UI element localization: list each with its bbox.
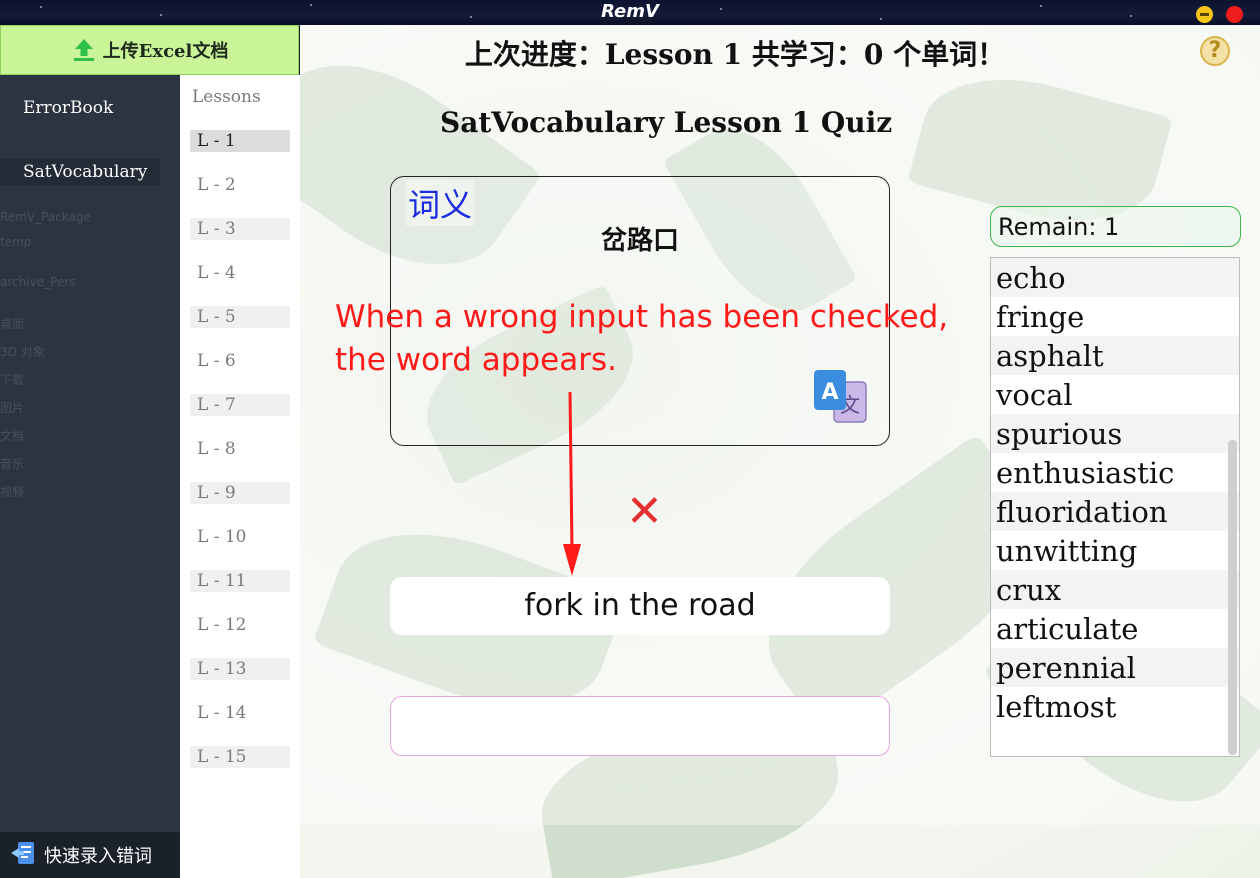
app-title: RemV xyxy=(601,1,659,22)
list-item[interactable]: fringe xyxy=(991,297,1239,336)
annotation-text: When a wrong input has been checked, the… xyxy=(335,299,949,378)
quick-entry-button[interactable]: 快速录入错词 xyxy=(0,832,180,878)
lesson-item-11[interactable]: L - 11 xyxy=(190,570,290,592)
upload-excel-label: 上传Excel文档 xyxy=(102,41,229,62)
lesson-item-5[interactable]: L - 5 xyxy=(190,306,290,328)
progress-title: 上次进度：Lesson 1 共学习：0 个单词！ xyxy=(464,38,1006,71)
answer-display: fork in the road xyxy=(390,577,890,635)
list-item[interactable]: spurious xyxy=(991,414,1239,453)
list-item[interactable]: vocal xyxy=(991,375,1239,414)
quick-entry-icon xyxy=(10,840,38,870)
quick-entry-label: 快速录入错词 xyxy=(44,846,152,867)
upload-excel-button[interactable]: 上传Excel文档 xyxy=(0,25,299,75)
wrong-mark-icon: ✕ xyxy=(626,486,663,537)
lessons-header: Lessons xyxy=(192,87,261,107)
svg-text:A: A xyxy=(821,380,838,405)
help-icon[interactable]: ? xyxy=(1200,36,1230,66)
list-item[interactable]: perennial xyxy=(991,648,1239,687)
lesson-item-1[interactable]: L - 1 xyxy=(190,130,290,152)
list-item[interactable]: leftmost xyxy=(991,687,1239,726)
list-item[interactable]: crux xyxy=(991,570,1239,609)
list-item[interactable]: asphalt xyxy=(991,336,1239,375)
lesson-item-8[interactable]: L - 8 xyxy=(190,438,290,460)
list-item[interactable]: echo xyxy=(991,258,1239,297)
lesson-item-9[interactable]: L - 9 xyxy=(190,482,290,504)
lesson-item-15[interactable]: L - 15 xyxy=(190,746,290,768)
lesson-item-3[interactable]: L - 3 xyxy=(190,218,290,240)
list-item[interactable]: unwitting xyxy=(991,531,1239,570)
list-item[interactable]: articulate xyxy=(991,609,1239,648)
sidebar: RemV_Package temp archive_Pers 桌面 3D 对象 … xyxy=(0,25,180,878)
annotation-arrow xyxy=(560,391,584,576)
lesson-item-12[interactable]: L - 12 xyxy=(190,614,290,636)
quiz-title: SatVocabulary Lesson 1 Quiz xyxy=(440,106,893,139)
sidebar-item-errorbook[interactable]: ErrorBook xyxy=(0,95,180,121)
list-item[interactable]: fluoridation xyxy=(991,492,1239,531)
lessons-panel: Lessons L - 1 L - 2 L - 3 L - 4 L - 5 L … xyxy=(180,75,300,878)
answer-input[interactable] xyxy=(390,696,890,756)
close-button[interactable] xyxy=(1226,6,1243,23)
lesson-item-13[interactable]: L - 13 xyxy=(190,658,290,680)
word-list-scrollbar[interactable] xyxy=(1228,440,1237,755)
word-list[interactable]: echo fringe asphalt vocal spurious enthu… xyxy=(990,257,1240,757)
lesson-item-6[interactable]: L - 6 xyxy=(190,350,290,372)
remain-counter: Remain: 1 xyxy=(990,206,1241,247)
minimize-button[interactable] xyxy=(1196,6,1213,23)
list-item[interactable]: enthusiastic xyxy=(991,453,1239,492)
title-bar: RemV xyxy=(0,0,1260,25)
lesson-item-10[interactable]: L - 10 xyxy=(190,526,290,548)
sidebar-item-satvocabulary[interactable]: SatVocabulary xyxy=(0,159,160,185)
lesson-item-4[interactable]: L - 4 xyxy=(190,262,290,284)
lesson-item-7[interactable]: L - 7 xyxy=(190,394,290,416)
lesson-item-2[interactable]: L - 2 xyxy=(190,174,290,196)
lesson-item-14[interactable]: L - 14 xyxy=(190,702,290,724)
card-word: 岔路口 xyxy=(600,226,679,256)
upload-icon xyxy=(71,37,97,63)
